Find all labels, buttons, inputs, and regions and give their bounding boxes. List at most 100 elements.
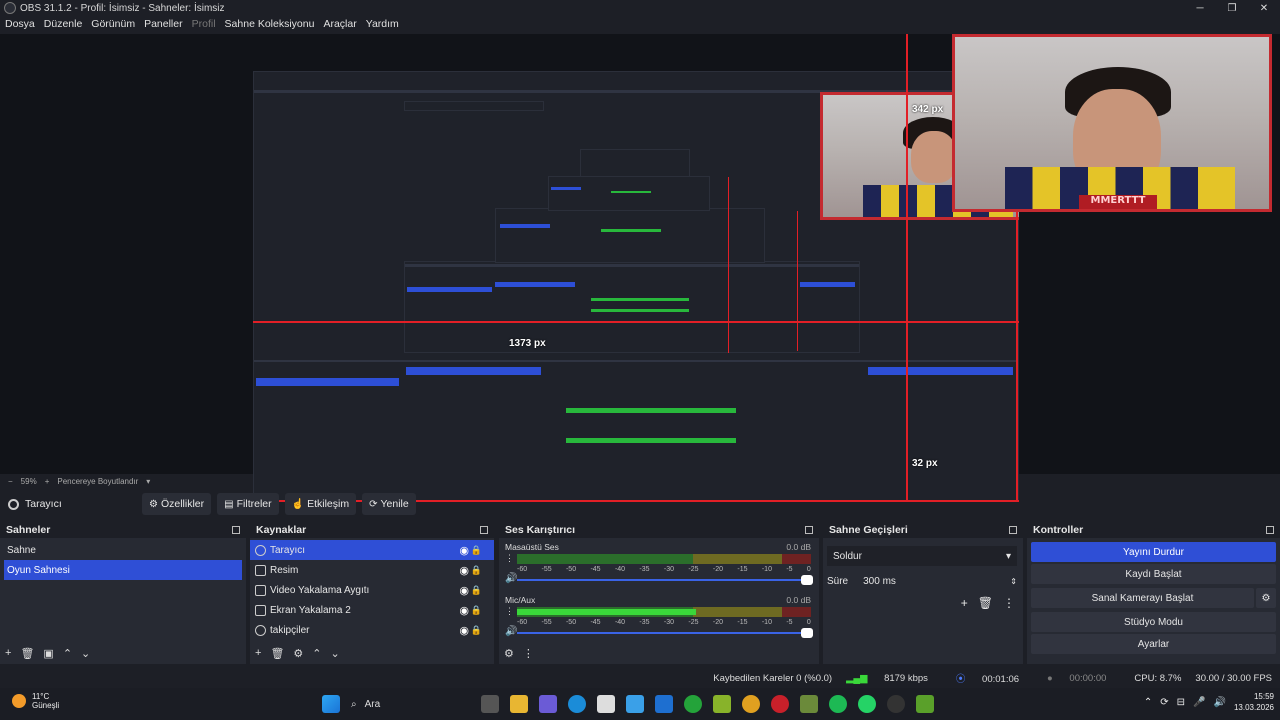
undock-icon[interactable] — [1009, 526, 1017, 534]
opera-icon[interactable] — [771, 695, 789, 713]
weather-widget[interactable]: 11°C Güneşli — [12, 692, 59, 710]
game-icon[interactable] — [713, 695, 731, 713]
undock-icon[interactable] — [805, 526, 813, 534]
eye-icon[interactable]: ◉ — [459, 624, 469, 637]
menu-edit[interactable]: Düzenle — [44, 18, 83, 30]
more-icon[interactable]: ⋮ — [505, 553, 514, 564]
task-view-icon[interactable] — [481, 695, 499, 713]
add-scene-icon[interactable]: + — [5, 647, 11, 659]
menu-tools[interactable]: Araçlar — [323, 18, 356, 30]
teams-icon[interactable] — [539, 695, 557, 713]
undock-icon[interactable] — [1266, 526, 1274, 534]
close-button[interactable]: ✕ — [1248, 0, 1280, 16]
lock-icon[interactable]: 🔒 — [471, 625, 482, 636]
eye-icon[interactable]: ◉ — [459, 544, 469, 557]
move-down-icon[interactable]: ⌄ — [81, 647, 90, 660]
edge-icon[interactable] — [568, 695, 586, 713]
add-source-icon[interactable]: + — [255, 647, 261, 659]
duration-input[interactable]: 300 ms — [858, 572, 1010, 590]
lock-icon[interactable]: 🔒 — [471, 565, 482, 576]
lock-icon[interactable]: 🔒 — [471, 605, 482, 616]
source-item[interactable]: takipçiler ◉ 🔒 — [250, 620, 494, 640]
stepper-icon[interactable]: ⇕ — [1010, 577, 1017, 586]
eye-icon[interactable]: ◉ — [459, 584, 469, 597]
menu-help[interactable]: Yardım — [366, 18, 399, 30]
menu-profile[interactable]: Profil — [192, 18, 216, 30]
menu-view[interactable]: Görünüm — [91, 18, 135, 30]
lock-icon[interactable]: 🔒 — [471, 545, 482, 556]
properties-button[interactable]: ⚙ Özellikler — [142, 493, 212, 515]
transition-select[interactable]: Soldur ▾ — [827, 546, 1017, 566]
minecraft-icon[interactable] — [800, 695, 818, 713]
slider-knob[interactable] — [801, 575, 813, 585]
add-transition-icon[interactable]: + — [961, 596, 968, 610]
obs-icon[interactable] — [887, 695, 905, 713]
zoom-fit-label[interactable]: Pencereye Boyutlandır — [57, 477, 138, 486]
scene-item[interactable]: Sahne — [0, 540, 246, 560]
minimize-button[interactable]: ─ — [1184, 0, 1216, 16]
clock[interactable]: 15:59 13.03.2026 — [1234, 691, 1274, 713]
source-item[interactable]: Ekran Yakalama 2 ◉ 🔒 — [250, 600, 494, 620]
windows-start-icon[interactable] — [322, 695, 340, 713]
start-record-button[interactable]: Kaydı Başlat — [1031, 564, 1276, 584]
mixer-settings-icon[interactable]: ⚙ — [504, 647, 514, 660]
sync-icon[interactable]: ⟳ — [1160, 697, 1168, 708]
stop-stream-button[interactable]: Yayını Durdur — [1031, 542, 1276, 562]
file-explorer-icon[interactable] — [510, 695, 528, 713]
outlook-icon[interactable] — [655, 695, 673, 713]
volume-slider[interactable] — [517, 575, 813, 585]
more-icon[interactable]: ⋮ — [523, 647, 534, 660]
interact-button[interactable]: ☝ Etkileşim — [284, 493, 357, 515]
zoom-out-button[interactable]: − — [8, 477, 13, 486]
eye-icon[interactable]: ◉ — [459, 604, 469, 617]
virtual-camera-settings-icon[interactable]: ⚙ — [1256, 588, 1276, 608]
refresh-button[interactable]: ⟳ Yenile — [362, 493, 416, 515]
source-item[interactable]: Tarayıcı ◉ 🔒 — [250, 540, 494, 560]
source-item[interactable]: Video Yakalama Aygıtı ◉ 🔒 — [250, 580, 494, 600]
store-icon[interactable] — [597, 695, 615, 713]
move-up-icon[interactable]: ⌃ — [312, 647, 321, 660]
whatsapp-icon[interactable] — [858, 695, 876, 713]
slider-knob[interactable] — [801, 628, 813, 638]
taskbar-search[interactable]: ⌕ Ara — [351, 694, 471, 714]
speaker-icon[interactable]: 🔊 — [505, 626, 517, 637]
chevron-up-icon[interactable]: ⌃ — [1144, 697, 1152, 708]
menu-file[interactable]: Dosya — [5, 18, 35, 30]
zoom-in-button[interactable]: + — [45, 477, 50, 486]
volume-slider[interactable] — [517, 628, 813, 638]
zoom-dropdown-icon[interactable]: ▾ — [146, 477, 150, 486]
menu-docks[interactable]: Paneller — [144, 18, 183, 30]
maximize-button[interactable]: ❐ — [1216, 0, 1248, 16]
menu-scene-collection[interactable]: Sahne Koleksiyonu — [225, 18, 315, 30]
source-item[interactable]: Resim ◉ 🔒 — [250, 560, 494, 580]
speaker-icon[interactable]: 🔊 — [505, 573, 517, 584]
move-up-icon[interactable]: ⌃ — [63, 647, 72, 660]
chrome-icon[interactable] — [742, 695, 760, 713]
settings-button[interactable]: Ayarlar — [1031, 634, 1276, 654]
undock-icon[interactable] — [232, 526, 240, 534]
lock-icon[interactable]: 🔒 — [471, 585, 482, 596]
filters-button[interactable]: ▤ Filtreler — [217, 493, 279, 515]
more-icon[interactable]: ⋮ — [1003, 596, 1015, 610]
volume-icon[interactable]: 🔊 — [1214, 697, 1226, 708]
scene-filter-icon[interactable]: ▣ — [43, 647, 53, 660]
preview-area[interactable]: 1373 px MMERTTT 342 px 32 px — [0, 34, 1280, 502]
webcam-source[interactable]: MMERTTT — [952, 34, 1272, 212]
more-icon[interactable]: ⋮ — [505, 606, 514, 617]
scene-item-active[interactable]: Oyun Sahnesi — [4, 560, 242, 580]
gear-icon[interactable]: ⚙ — [293, 647, 303, 660]
trash-icon[interactable]: 🗑 — [20, 647, 34, 660]
spotify-icon[interactable] — [829, 695, 847, 713]
microphone-icon[interactable]: 🎤 — [1193, 697, 1205, 708]
trash-icon[interactable]: 🗑 — [978, 596, 993, 610]
network-icon[interactable]: ⊟ — [1177, 697, 1185, 708]
undock-icon[interactable] — [480, 526, 488, 534]
preview-canvas[interactable]: 1373 px — [253, 71, 1019, 502]
app-icon[interactable] — [916, 695, 934, 713]
trash-icon[interactable]: 🗑 — [270, 647, 284, 660]
studio-mode-button[interactable]: Stüdyo Modu — [1031, 612, 1276, 632]
xbox-icon[interactable] — [684, 695, 702, 713]
copilot-icon[interactable] — [626, 695, 644, 713]
move-down-icon[interactable]: ⌄ — [331, 647, 340, 660]
eye-icon[interactable]: ◉ — [459, 564, 469, 577]
